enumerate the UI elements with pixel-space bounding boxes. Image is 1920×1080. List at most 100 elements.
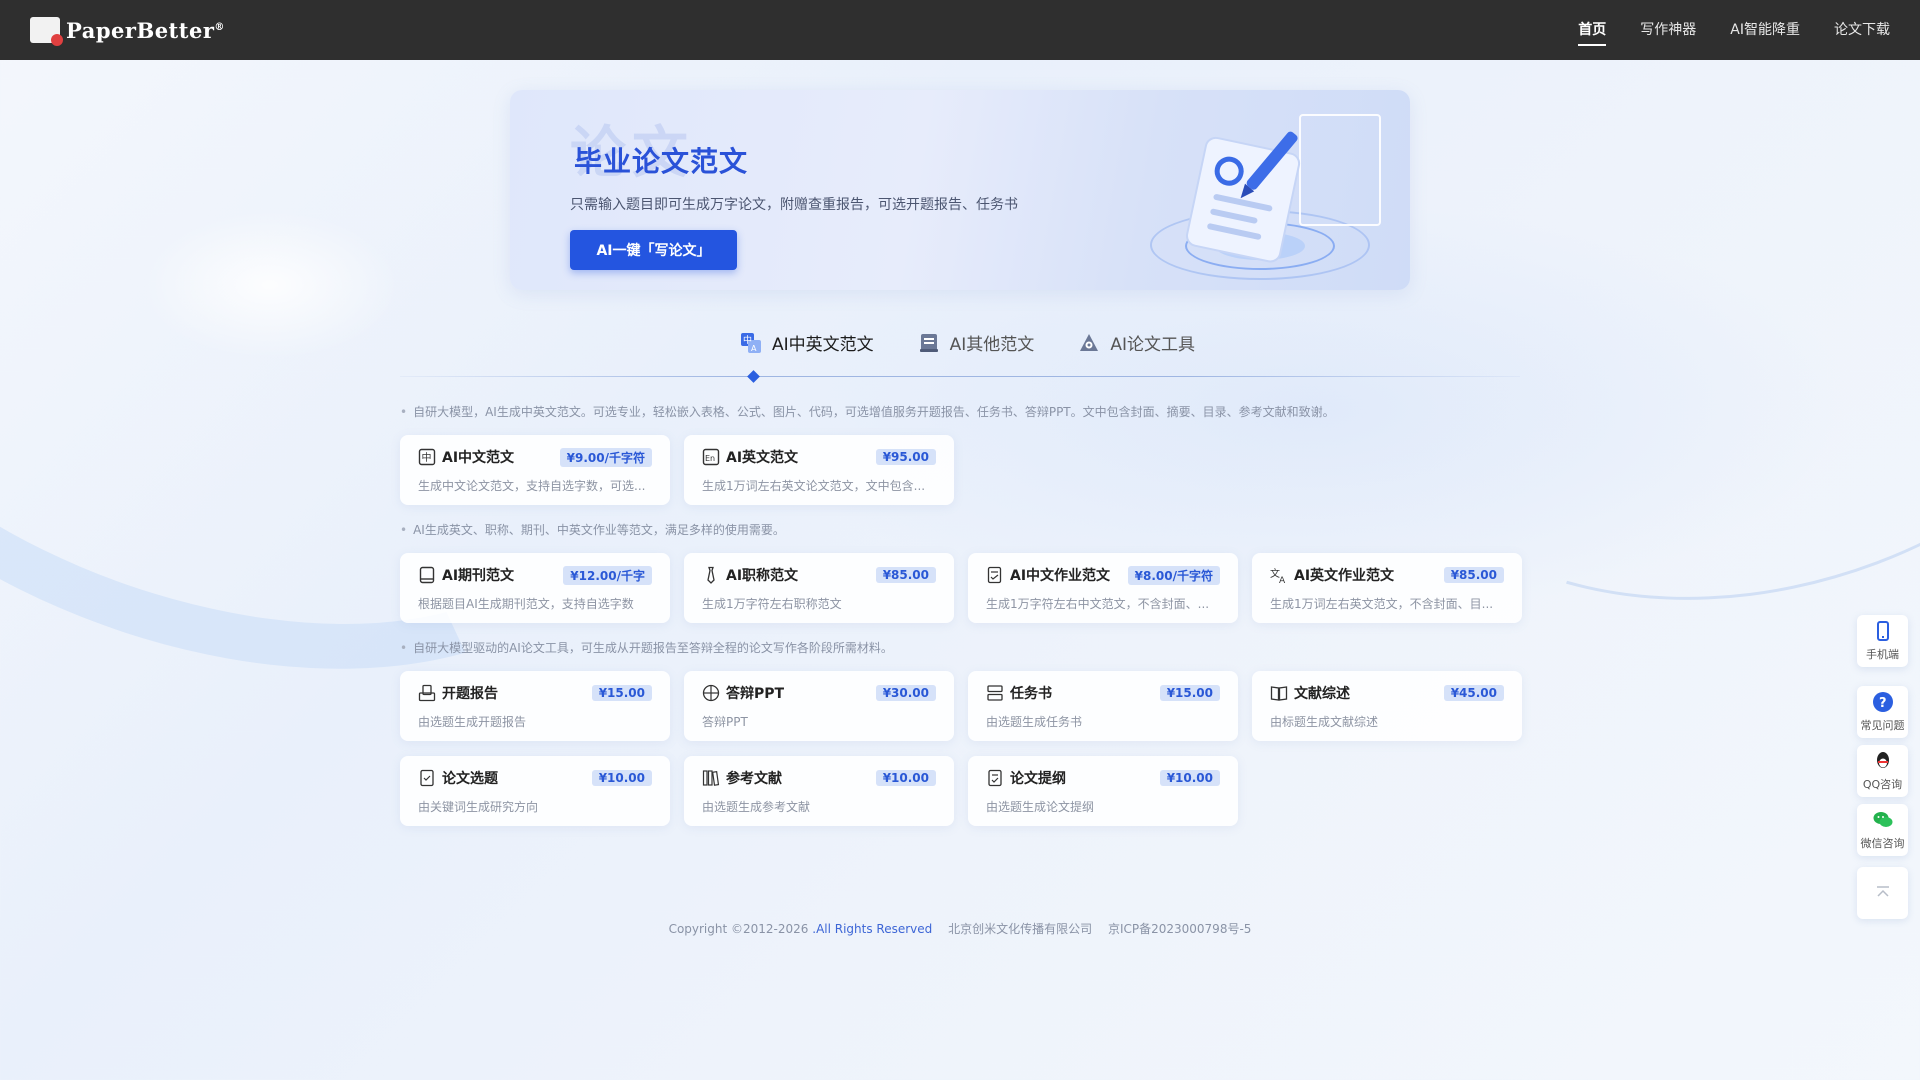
- nav-item-paper-download[interactable]: 论文下载: [1834, 0, 1890, 60]
- card-description: 由选题生成参考文献: [702, 800, 811, 814]
- translate-icon: 文A: [1270, 567, 1286, 584]
- homework-icon: [987, 566, 1002, 584]
- product-card-ai-title-paper[interactable]: AI职称范文 ¥85.00 生成1万字符左右职称范文: [684, 553, 954, 623]
- active-tab-indicator: [747, 370, 760, 383]
- task-icon: [987, 685, 1003, 701]
- nav-item-ai-rewrite[interactable]: AI智能降重: [1730, 0, 1800, 60]
- topic-icon: [420, 769, 434, 787]
- card-description: 由选题生成论文提纲: [986, 800, 1095, 814]
- side-label: 微信咨询: [1860, 837, 1905, 850]
- product-card-literature-review[interactable]: 文献综述 ¥45.00 由标题生成文献综述: [1252, 671, 1522, 741]
- tab-ai-other-papers[interactable]: AI其他范文: [918, 330, 1035, 355]
- side-label: 手机端: [1866, 648, 1899, 661]
- product-card-paper-topic[interactable]: 论文选题 ¥10.00 由关键词生成研究方向: [400, 756, 670, 826]
- side-button-wechat[interactable]: 微信咨询: [1857, 804, 1908, 856]
- question-icon: ?: [1872, 692, 1893, 712]
- card-description: 由选题生成任务书: [986, 715, 1083, 729]
- card-description: 由标题生成文献综述: [1270, 715, 1379, 729]
- top-navigation-bar: PaperBetter® 首页 写作神器 AI智能降重 论文下载: [0, 0, 1920, 60]
- wechat-icon: [1873, 812, 1892, 827]
- card-title: AI中文范文: [442, 450, 515, 466]
- side-label: QQ咨询: [1862, 778, 1903, 791]
- card-title: AI职称范文: [726, 568, 799, 584]
- side-button-mobile[interactable]: 手机端: [1857, 615, 1908, 667]
- card-description: 生成1万字符左右中文范文，不含封面、...: [986, 597, 1210, 611]
- price-badge: ¥8.00/千字符: [1127, 565, 1220, 585]
- library-icon: [702, 770, 720, 786]
- card-title: 任务书: [1010, 686, 1052, 702]
- price-badge: ¥30.00: [875, 685, 936, 701]
- card-description: 生成1万词左右英文论文范文，文中包含...: [702, 479, 926, 493]
- phone-icon: [1876, 621, 1889, 641]
- main-nav: 首页 写作神器 AI智能降重 论文下载: [1578, 0, 1890, 60]
- card-title: AI中文作业范文: [1010, 568, 1111, 584]
- hero-banner: 论文 毕业论文范文 只需输入题目即可生成万字论文，附赠查重报告，可选开题报告、任…: [510, 90, 1410, 290]
- svg-text:?: ?: [1879, 696, 1887, 711]
- logo[interactable]: PaperBetter®: [30, 17, 225, 46]
- tab-label: AI中英文范文: [772, 335, 874, 355]
- cn-en-icon: 中A: [741, 332, 761, 353]
- card-description: 生成1万字符左右职称范文: [702, 597, 842, 611]
- back-to-top-button[interactable]: [1857, 867, 1908, 919]
- svg-text:中: 中: [422, 451, 432, 464]
- section-note: 自研大模型，AI生成中英文范文。可选专业，轻松嵌入表格、公式、图片、代码，可选增…: [400, 403, 1335, 420]
- icp-link[interactable]: 京ICP备2023000798号-5: [1108, 922, 1251, 936]
- product-card-ai-english-paper[interactable]: En AI英文范文 ¥95.00 生成1万词左右英文论文范文，文中包含...: [684, 435, 954, 505]
- card-description: 由选题生成开题报告: [418, 715, 527, 729]
- tab-label: AI其他范文: [949, 335, 1035, 355]
- price-badge: ¥45.00: [1443, 685, 1504, 701]
- product-card-ai-chinese-paper[interactable]: 中 AI中文范文 ¥9.00/千字符 生成中文论文范文，支持自选字数，可选...: [400, 435, 670, 505]
- product-card-proposal-report[interactable]: 开题报告 ¥15.00 由选题生成开题报告: [400, 671, 670, 741]
- tab-ai-cn-en-papers[interactable]: 中A AI中英文范文: [740, 330, 874, 355]
- card-description: 由关键词生成研究方向: [418, 800, 539, 814]
- company-name: 北京创米文化传播有限公司: [948, 922, 1093, 936]
- document-pen-illustration: [1090, 100, 1390, 290]
- tab-ai-paper-tools[interactable]: AI论文工具: [1078, 330, 1195, 355]
- product-card-paper-outline[interactable]: 论文提纲 ¥10.00 由选题生成论文提纲: [968, 756, 1238, 826]
- card-title: 文献综述: [1294, 686, 1350, 702]
- banner-subtitle: 只需输入题目即可生成万字论文，附赠查重报告，可选开题报告、任务书: [570, 197, 1018, 213]
- price-badge: ¥95.00: [875, 449, 936, 465]
- side-button-faq[interactable]: ? 常见问题: [1857, 686, 1908, 738]
- card-title: 论文提纲: [1010, 771, 1066, 787]
- ppt-icon: [702, 684, 720, 702]
- ai-write-paper-button[interactable]: AI一键「写论文」: [570, 230, 737, 270]
- svg-text:A: A: [1279, 576, 1286, 584]
- report-icon: [418, 684, 436, 702]
- product-card-task-book[interactable]: 任务书 ¥15.00 由选题生成任务书: [968, 671, 1238, 741]
- card-title: 论文选题: [442, 771, 498, 787]
- side-button-qq[interactable]: QQ咨询: [1857, 745, 1908, 797]
- product-card-references[interactable]: 参考文献 ¥10.00 由选题生成参考文献: [684, 756, 954, 826]
- product-card-defense-ppt[interactable]: 答辩PPT ¥30.00 答辩PPT: [684, 671, 954, 741]
- card-title: AI英文作业范文: [1294, 568, 1395, 584]
- card-description: 生成中文论文范文，支持自选字数，可选...: [418, 479, 646, 493]
- background-glow: [140, 210, 400, 360]
- zh-icon: 中: [418, 448, 436, 466]
- outline-icon: [988, 769, 1002, 787]
- price-badge: ¥15.00: [591, 685, 652, 701]
- tools-icon: [1080, 333, 1099, 351]
- product-card-ai-journal-paper[interactable]: AI期刊范文 ¥12.00/千字 根据题目AI生成期刊范文，支持自选字数: [400, 553, 670, 623]
- nav-item-home[interactable]: 首页: [1578, 0, 1607, 60]
- price-badge: ¥10.00: [875, 770, 936, 786]
- card-description: 生成1万词左右英文范文，不含封面、目...: [1270, 597, 1494, 611]
- card-title: 开题报告: [442, 686, 498, 702]
- nav-item-writing-tool[interactable]: 写作神器: [1640, 0, 1696, 60]
- price-badge: ¥10.00: [1159, 770, 1220, 786]
- price-badge: ¥85.00: [875, 567, 936, 583]
- card-title: 答辩PPT: [726, 686, 785, 702]
- svg-text:En: En: [705, 454, 715, 463]
- journal-icon: [419, 566, 435, 584]
- price-badge: ¥10.00: [591, 770, 652, 786]
- category-tabs: 中A AI中英文范文 AI其他范文 AI论文工具: [740, 330, 1195, 355]
- product-card-ai-chinese-homework[interactable]: AI中文作业范文 ¥8.00/千字符 生成1万字符左右中文范文，不含封面、...: [968, 553, 1238, 623]
- svg-text:A: A: [751, 344, 757, 353]
- logo-book-icon: [30, 17, 63, 46]
- book-icon: [1270, 686, 1288, 701]
- price-badge: ¥85.00: [1443, 567, 1504, 583]
- back-to-top-icon: [1876, 886, 1889, 897]
- card-description: 答辩PPT: [702, 715, 748, 729]
- side-label: 常见问题: [1860, 719, 1905, 732]
- product-card-ai-english-homework[interactable]: 文A AI英文作业范文 ¥85.00 生成1万词左右英文范文，不含封面、目...: [1252, 553, 1522, 623]
- card-title: AI期刊范文: [442, 568, 515, 584]
